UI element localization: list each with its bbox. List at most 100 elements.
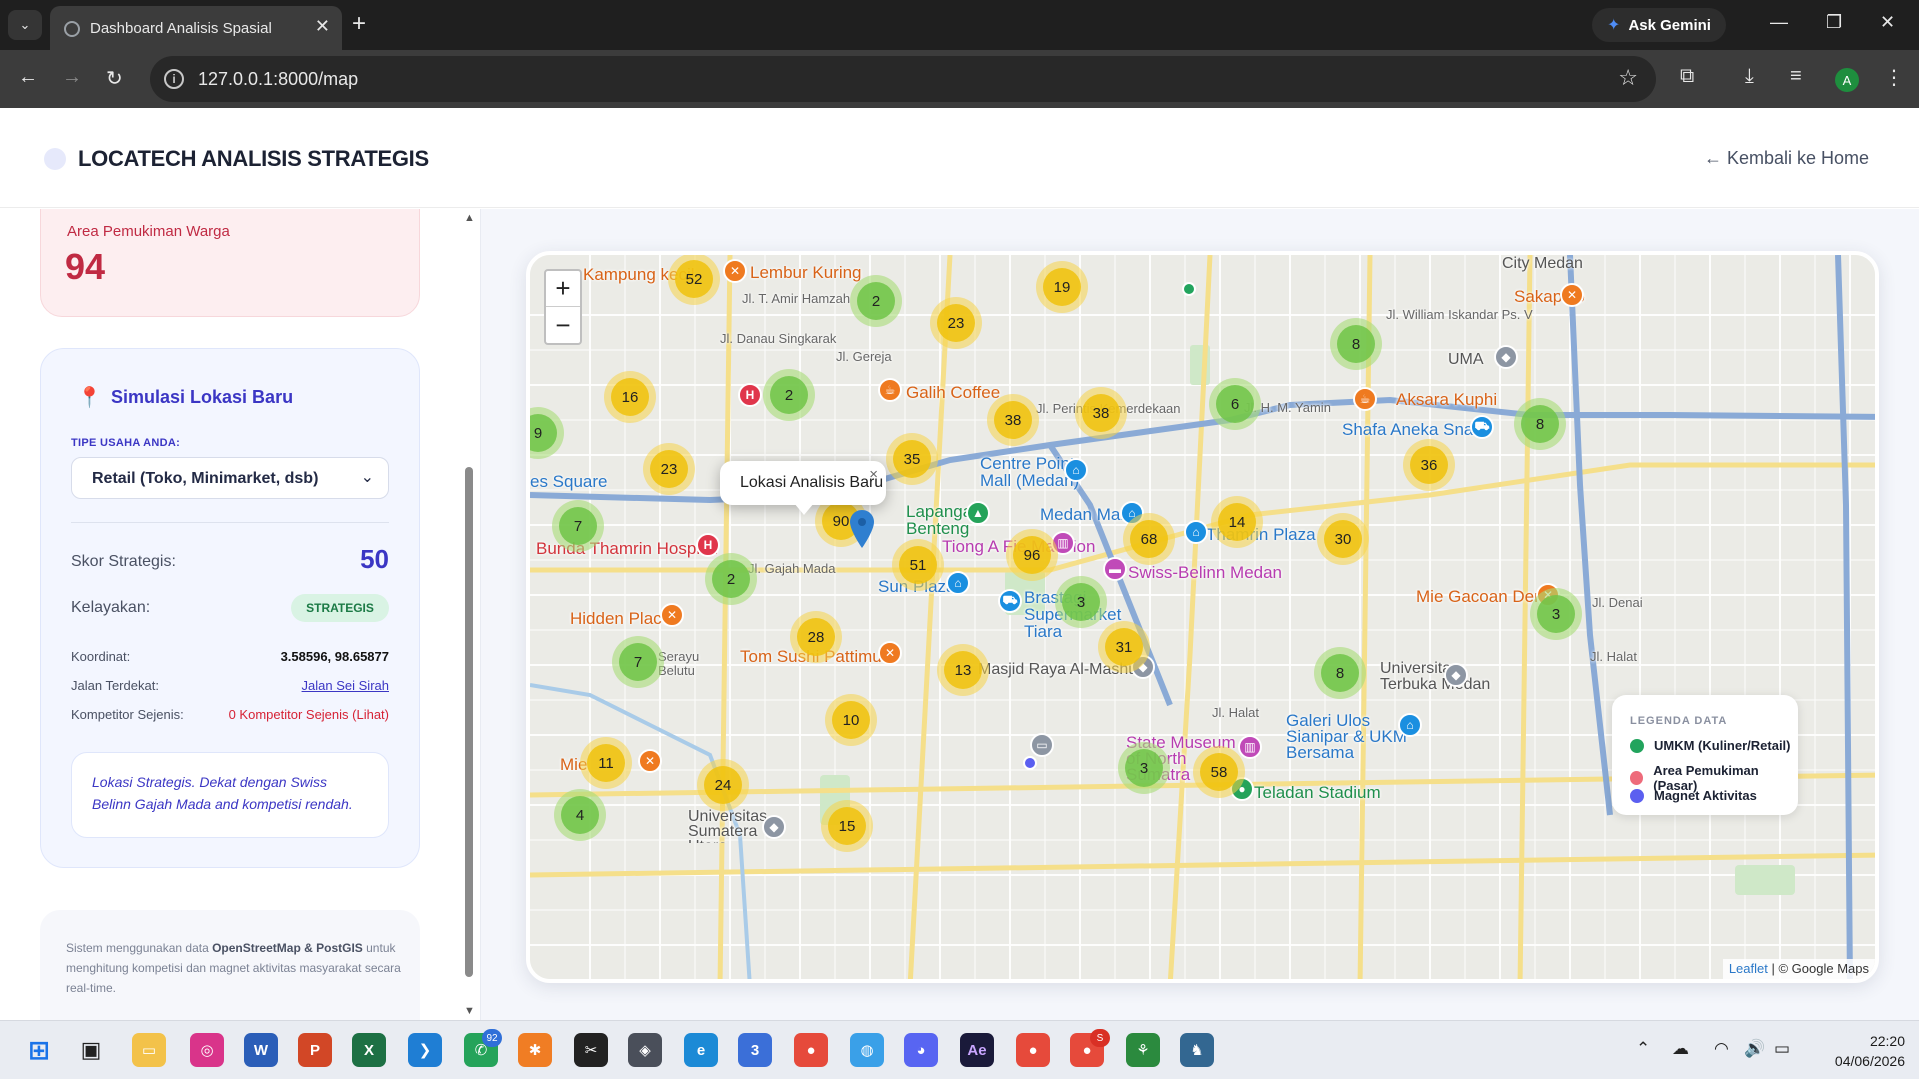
cluster-marker[interactable]: 2 <box>850 275 902 327</box>
university-icon[interactable]: ◆ <box>762 815 786 839</box>
postgresql-icon[interactable]: ♞ <box>1180 1033 1214 1067</box>
word-icon[interactable]: W <box>244 1033 278 1067</box>
competitor-link[interactable]: 0 Kompetitor Sejenis (Lihat) <box>229 707 389 722</box>
cluster-marker[interactable]: 96 <box>1006 529 1058 581</box>
shopping-cart-icon[interactable]: ⛟ <box>1470 415 1494 439</box>
wifi-icon[interactable]: ◠ <box>1714 1039 1729 1059</box>
balloon-app-icon[interactable]: ◍ <box>850 1033 884 1067</box>
activity-magnet-point[interactable] <box>1023 756 1037 770</box>
cluster-marker[interactable]: 7 <box>552 500 604 552</box>
tab-search-button[interactable]: ⌄ <box>8 10 42 40</box>
chrome-active-icon[interactable]: ● <box>1016 1033 1050 1067</box>
vscode-icon[interactable]: ❯ <box>408 1033 442 1067</box>
task-view-icon[interactable]: ▣ <box>74 1033 108 1067</box>
close-window-icon[interactable]: ✕ <box>1880 12 1895 33</box>
restaurant-icon[interactable]: ✕ <box>660 603 684 627</box>
cluster-marker[interactable]: 19 <box>1036 261 1088 313</box>
park-icon[interactable]: ▲ <box>966 501 990 525</box>
forward-icon[interactable]: → <box>62 66 82 89</box>
cluster-marker[interactable]: 51 <box>892 539 944 591</box>
restaurant-icon[interactable]: ✕ <box>723 259 747 283</box>
cluster-marker[interactable]: 15 <box>821 800 873 852</box>
scrollbar-thumb[interactable] <box>465 467 473 977</box>
reload-icon[interactable]: ↻ <box>106 66 123 91</box>
cluster-marker[interactable]: 38 <box>987 394 1039 446</box>
profile-avatar[interactable]: A <box>1835 68 1859 92</box>
back-icon[interactable]: ← <box>18 66 38 89</box>
cluster-marker[interactable]: 7 <box>612 636 664 688</box>
cluster-marker[interactable]: 14 <box>1211 496 1263 548</box>
chrome-icon[interactable]: ● <box>794 1033 828 1067</box>
museum-icon[interactable]: ▥ <box>1238 735 1262 759</box>
umkm-point[interactable] <box>1182 282 1196 296</box>
address-bar[interactable]: i 127.0.0.1:8000/map ☆ <box>150 56 1656 102</box>
cluster-marker[interactable]: 35 <box>886 433 938 485</box>
xampp-icon[interactable]: ✱ <box>518 1033 552 1067</box>
cluster-marker[interactable]: 2 <box>705 553 757 605</box>
cluster-marker[interactable]: 23 <box>930 297 982 349</box>
cluster-marker[interactable]: 23 <box>643 443 695 495</box>
zoom-out-button[interactable]: − <box>546 307 580 343</box>
capcut-icon[interactable]: ✂ <box>574 1033 608 1067</box>
bookmark-star-icon[interactable]: ☆ <box>1618 65 1638 91</box>
new-tab-button[interactable]: + <box>352 10 366 38</box>
cluster-marker[interactable]: 30 <box>1317 513 1369 565</box>
extensions-icon[interactable]: ⧉ <box>1680 65 1694 88</box>
hospital-icon[interactable]: H <box>696 533 720 557</box>
media-control-icon[interactable]: ≡ <box>1790 65 1802 88</box>
after-effects-icon[interactable]: Ae <box>960 1033 994 1067</box>
shopping-bag-icon[interactable]: ⌂ <box>1184 520 1208 544</box>
restaurant-icon[interactable]: ✕ <box>878 641 902 665</box>
restaurant-icon[interactable]: ✕ <box>1560 283 1584 307</box>
discord-icon[interactable]: ◕ <box>904 1033 938 1067</box>
cluster-marker[interactable]: 13 <box>937 644 989 696</box>
map-container[interactable]: + − Kampung kecil Lembur Kuring Jl. T. A… <box>526 251 1879 983</box>
menu-icon[interactable]: ⋮ <box>1884 65 1904 90</box>
cluster-marker[interactable]: 58 <box>1193 746 1245 798</box>
cluster-marker[interactable]: 3 <box>1055 576 1107 628</box>
instagram-icon[interactable]: ◎ <box>190 1033 224 1067</box>
nearest-road-link[interactable]: Jalan Sei Sirah <box>302 678 389 693</box>
cluster-marker[interactable]: 8 <box>1514 398 1566 450</box>
leaflet-link[interactable]: Leaflet <box>1729 961 1768 976</box>
download-icon[interactable]: ⤓ <box>1745 65 1754 88</box>
browser-tab[interactable]: Dashboard Analisis Spasial ✕ <box>50 6 342 50</box>
hotel-icon[interactable]: ▬ <box>1103 557 1127 581</box>
powerpoint-icon[interactable]: P <box>298 1033 332 1067</box>
cluster-marker[interactable]: 68 <box>1123 513 1175 565</box>
cluster-marker[interactable]: 24 <box>697 759 749 811</box>
cluster-marker[interactable]: 38 <box>1075 387 1127 439</box>
cluster-marker[interactable]: 11 <box>580 737 632 789</box>
system-clock[interactable]: 22:20 04/06/2026 <box>1835 1031 1905 1071</box>
excel-icon[interactable]: X <box>352 1033 386 1067</box>
cluster-marker[interactable]: 3 <box>1118 742 1170 794</box>
cluster-marker[interactable]: 8 <box>1314 647 1366 699</box>
ask-gemini-button[interactable]: ✦ Ask Gemini <box>1592 8 1726 42</box>
cluster-marker[interactable]: 4 <box>554 789 606 841</box>
hospital-icon[interactable]: H <box>738 383 762 407</box>
css3-icon[interactable]: 3 <box>738 1033 772 1067</box>
edge-icon[interactable]: e <box>684 1033 718 1067</box>
cloud-icon[interactable]: ☁ <box>1672 1039 1689 1059</box>
back-home-link[interactable]: ← Kembali ke Home <box>1704 148 1869 169</box>
cluster-marker[interactable]: 16 <box>604 371 656 423</box>
close-tab-icon[interactable]: ✕ <box>315 16 330 37</box>
sidebar-scrollbar[interactable]: ▲ ▼ <box>462 212 476 1017</box>
zoom-in-button[interactable]: + <box>546 271 580 307</box>
scroll-down-icon[interactable]: ▼ <box>464 1005 475 1017</box>
transit-icon[interactable]: ▭ <box>1030 733 1054 757</box>
cafe-icon[interactable]: ☕ <box>1353 387 1377 411</box>
battery-icon[interactable]: ▭ <box>1774 1039 1790 1059</box>
cluster-marker[interactable]: 28 <box>790 611 842 663</box>
shopping-bag-icon[interactable]: ⌂ <box>946 571 970 595</box>
location-marker-icon[interactable] <box>850 510 874 548</box>
restore-icon[interactable]: ❐ <box>1826 12 1842 33</box>
site-info-icon[interactable]: i <box>164 69 184 89</box>
cluster-marker[interactable]: 52 <box>668 255 720 305</box>
shopping-bag-icon[interactable]: ⌂ <box>1064 458 1088 482</box>
landmark-icon[interactable]: ◆ <box>1494 345 1518 369</box>
cluster-marker[interactable]: 10 <box>825 694 877 746</box>
popup-close-icon[interactable]: × <box>869 466 878 483</box>
cafe-icon[interactable]: ☕ <box>878 378 902 402</box>
url-text[interactable]: 127.0.0.1:8000/map <box>198 69 358 90</box>
